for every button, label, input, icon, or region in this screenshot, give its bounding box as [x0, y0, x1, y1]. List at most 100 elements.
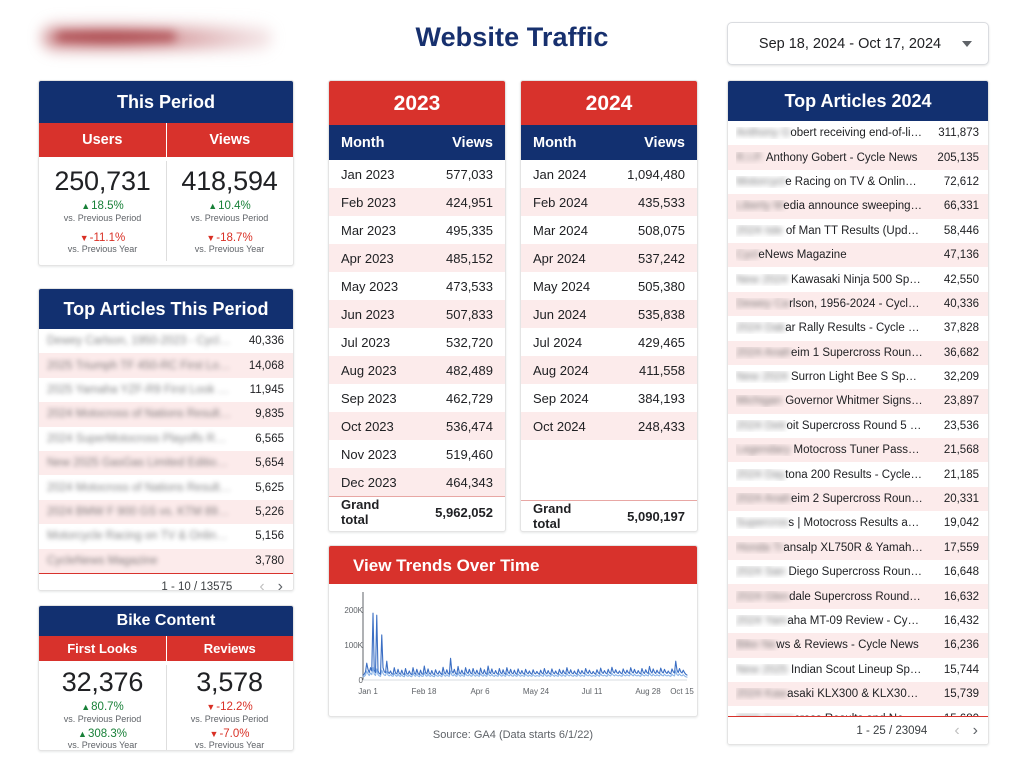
cell-month: Dec 2023 — [341, 474, 397, 490]
table-row[interactable]: Jul 2024 429,465 — [521, 328, 697, 356]
list-item[interactable]: 2025 Yamaha YZF-R9 First Look and Spe...… — [39, 378, 293, 402]
chevron-right-icon[interactable]: › — [278, 579, 283, 590]
table-row[interactable]: Mar 2023 495,335 — [329, 216, 505, 244]
list-item[interactable]: Liberty Media announce sweeping chan... 6… — [728, 194, 988, 219]
table-row[interactable]: Aug 2023 482,489 — [329, 356, 505, 384]
top-articles-this-period-card: Top Articles This Period Dewey Carlson, … — [38, 288, 294, 591]
table-row[interactable]: Oct 2023 536,474 — [329, 412, 505, 440]
table-row[interactable]: Jan 2024 1,094,480 — [521, 160, 697, 188]
list-item[interactable]: 2024 San Diego Supercross Round 3 Re... 1… — [728, 560, 988, 584]
article-title: Legendary Motocross Tuner Passes - Cy... — [736, 444, 931, 456]
table-row[interactable]: Apr 2024 537,242 — [521, 244, 697, 272]
list-item[interactable]: New 2025 GasGas Limited Edition EC 30...… — [39, 450, 293, 476]
list-item[interactable]: Motorcycle Racing on TV & Online Live S.… — [728, 170, 988, 194]
list-item[interactable]: CycleNews Magazine 47,136 — [728, 242, 988, 268]
cell-month: Sep 2023 — [341, 390, 397, 406]
reviews-prev-year-label: vs. Previous Year — [194, 740, 265, 751]
article-title: Motorcycle Racing on TV & Online Live S.… — [47, 530, 240, 543]
list-item[interactable]: 2024 Dakar Rally Results - Cycle News 37,… — [728, 316, 988, 340]
x-axis-tick-2: Apr 6 — [470, 687, 490, 696]
arrow-down-icon: ▼ — [206, 232, 216, 243]
list-item[interactable]: 2024 BMW F 900 GS vs. KTM 890 Advent... 5… — [39, 499, 293, 525]
article-views: 16,648 — [943, 566, 979, 579]
arrow-up-icon: ▲ — [208, 201, 218, 212]
article-title-visible: ansalp XL750R & Yamaha Tene... — [783, 541, 931, 554]
list-item[interactable]: 2024 Motocross of Nations Results - Cyc.… — [39, 402, 293, 427]
list-item[interactable]: Michigan Governor Whitmer Signs Moto... 2… — [728, 389, 988, 414]
table-row[interactable]: Sep 2023 462,729 — [329, 384, 505, 412]
article-title: Supercross | Motocross Results and Ne... — [736, 517, 931, 529]
list-item[interactable]: Dewey Carlson, 1956-2024 - Cycle News 40,… — [728, 291, 988, 317]
chevron-right-icon[interactable]: › — [973, 722, 978, 739]
date-range-picker[interactable]: Sep 18, 2024 - Oct 17, 2024 — [727, 22, 989, 65]
chevron-left-icon[interactable]: ‹ — [259, 579, 264, 590]
list-item[interactable]: 2024 SuperMotocross Playoffs Round 2 ...… — [39, 427, 293, 451]
list-item[interactable]: New 2024 Surron Light Bee S Specs and...… — [728, 365, 988, 389]
article-title-redacted-prefix: Motorcycl — [736, 175, 786, 188]
list-item[interactable]: Bike News & Reviews - Cycle News 16,236 — [728, 633, 988, 658]
table-row[interactable]: Mar 2024 508,075 — [521, 216, 697, 244]
article-title-redacted-prefix: Liberty M — [736, 200, 784, 213]
grand-total-value: 5,962,052 — [435, 504, 493, 520]
list-item[interactable]: New 2025 Indian Scout Lineup Specs an...… — [728, 658, 988, 682]
table-row[interactable]: Jun 2024 535,838 — [521, 300, 697, 328]
list-item[interactable]: 2024 Yamaha MT-09 Review - Cycle News 16,… — [728, 609, 988, 633]
article-title-redacted-prefix: 2024 Day — [736, 468, 786, 481]
list-item[interactable]: 2024 Anaheim 2 Supercross Round 4 Re...2… — [728, 486, 988, 512]
list-item[interactable]: 2024 Anaheim 1 Supercross Round 1 Re... 3… — [728, 340, 988, 365]
pager-count: 1 - 25 / 23094 — [856, 724, 928, 737]
table-row[interactable]: May 2023 473,533 — [329, 272, 505, 300]
first-looks-prev-year-label: vs. Previous Year — [67, 740, 138, 751]
top-articles-2024-card: Top Articles 2024 Anthony Gobert receivi… — [727, 80, 989, 745]
views-prev-year-delta: ▼-18.7% — [206, 231, 253, 244]
article-title: New 2025 GasGas Limited Edition EC 30... — [47, 457, 240, 470]
table-row[interactable]: Nov 2023 519,460 — [329, 440, 505, 468]
first-looks-prev-period-label: vs. Previous Period — [63, 713, 142, 724]
table-row[interactable]: Feb 2023 424,951 — [329, 188, 505, 216]
table-row[interactable]: Apr 2023 485,152 — [329, 244, 505, 272]
list-item[interactable]: 2024 Kawasaki KLX300 & KLX300SM Rev... 15… — [728, 681, 988, 707]
list-item[interactable]: Honda Transalp XL750R & Yamaha Tene... 17… — [728, 535, 988, 561]
list-item[interactable]: Legendary Motocross Tuner Passes - Cy...… — [728, 438, 988, 463]
table-row[interactable]: Oct 2024 248,433 — [521, 412, 697, 440]
table-row[interactable]: Dec 2023 464,343 — [329, 468, 505, 496]
list-item[interactable]: CycleNews Magazine 3,780 — [39, 548, 293, 573]
list-item[interactable]: 2024 Motocross of Nations Results (Upd..… — [39, 475, 293, 499]
list-item[interactable]: 2024 Detroit Supercross Round 5 Result..… — [728, 414, 988, 438]
list-item[interactable]: 2024 Isle of Man TT Results (Updated) - … — [728, 219, 988, 243]
list-item[interactable]: R.I.P. Anthony Gobert - Cycle News 205,13… — [728, 145, 988, 170]
article-title: Anthony Gobert receiving end-of-life su.… — [736, 127, 931, 139]
table-row[interactable]: Jan 2023 577,033 — [329, 160, 505, 188]
list-item[interactable]: 2025 Triumph TF 450-RC First Look - Cyc.… — [39, 353, 293, 378]
list-item[interactable]: 2024 Glendale Supercross Round 6 Res... 1… — [728, 584, 988, 609]
table-row[interactable]: May 2024 505,380 — [521, 272, 697, 300]
table-row[interactable]: Feb 2024 435,533 — [521, 188, 697, 216]
list-item[interactable]: 2024 Daytona 200 Results - Cycle News 21,… — [728, 462, 988, 486]
reviews-value: 3,578 — [196, 667, 263, 697]
cell-views: 535,838 — [638, 306, 685, 322]
article-title-visible: Kawasaki Ninja 500 Sportbike... — [790, 273, 931, 286]
cell-month: Jun 2023 — [341, 306, 395, 322]
source-note: Source: GA4 (Data starts 6/1/22) — [432, 729, 594, 741]
article-title-redacted-prefix: Bike Ne — [736, 639, 777, 652]
table-row[interactable]: Sep 2024 384,193 — [521, 384, 697, 412]
article-title: Michigan Governor Whitmer Signs Moto... — [736, 395, 931, 407]
list-item[interactable]: Motorcycle Racing on TV & Online Live S.… — [39, 524, 293, 548]
table-row[interactable]: Jun 2023 507,833 — [329, 300, 505, 328]
article-title-visible: rlson, 1956-2024 - Cycle News — [789, 297, 931, 310]
metric-cell-users: 250,731 ▲18.5% vs. Previous Period ▼-11.… — [39, 157, 166, 265]
article-views: 205,135 — [937, 151, 979, 164]
chart-plot-area[interactable]: 200K 100K 0 Jan 1 Feb 18 Apr 6 May 24 Ju… — [329, 584, 697, 702]
article-title-redacted-prefix: 2024 Detr — [736, 419, 787, 432]
list-item[interactable]: Anthony Gobert receiving end-of-life su.… — [728, 121, 988, 145]
this-period-card: This Period Users Views 250,731 ▲18.5% v… — [38, 80, 294, 266]
table-row[interactable]: Aug 2024 411,558 — [521, 356, 697, 384]
table-row[interactable]: Jul 2023 532,720 — [329, 328, 505, 356]
dashboard-canvas: Website Traffic Sep 18, 2024 - Oct 17, 2… — [0, 0, 1024, 769]
article-title: Dewey Carlson, 1950-2023 - Cycle News — [47, 335, 240, 348]
list-item[interactable]: New 2024 Kawasaki Ninja 500 Sportbike...… — [728, 267, 988, 291]
chevron-left-icon[interactable]: ‹ — [954, 722, 959, 739]
list-item[interactable]: Supercross | Motocross Results and Ne...… — [728, 511, 988, 535]
list-item[interactable]: Dewey Carlson, 1950-2023 - Cycle News 40,… — [39, 329, 293, 353]
article-title: 2024 BMW F 900 GS vs. KTM 890 Advent... — [47, 505, 240, 518]
